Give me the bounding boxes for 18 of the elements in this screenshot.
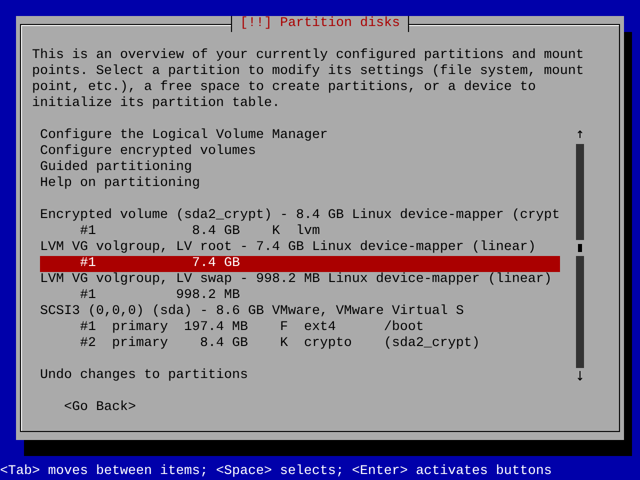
menu-item[interactable]: SCSI3 (0,0,0) (sda) - 8.6 GB VMware, VMware Virtual S bbox=[40, 304, 560, 320]
menu-item[interactable]: Undo changes to partitions bbox=[40, 368, 560, 384]
menu-item[interactable]: #1 7.4 GB bbox=[40, 256, 560, 272]
menu-item[interactable]: Configure the Logical Volume Manager bbox=[40, 128, 560, 144]
description-text: This is an overview of your currently configured partitions and mount points. Select a partition to modify its settings (file system, mount point, etc.), a free space to create partitions, or a device to initialize its partition table. bbox=[32, 48, 585, 112]
dialog-title: [!!] Partition disks bbox=[231, 16, 409, 32]
menu-item[interactable]: Guided partitioning bbox=[40, 160, 560, 176]
menu-item[interactable]: Help on partitioning bbox=[40, 176, 560, 192]
status-bar-text: <Tab> moves between items; <Space> selects; <Enter> activates buttons bbox=[0, 464, 553, 480]
menu-item[interactable]: #1 8.4 GB K lvm bbox=[40, 224, 560, 240]
menu-item[interactable]: LVM VG volgroup, LV swap - 998.2 MB Linux device-mapper (linear) bbox=[40, 272, 560, 288]
menu-item[interactable]: LVM VG volgroup, LV root - 7.4 GB Linux device-mapper (linear) bbox=[40, 240, 560, 256]
menu-item[interactable]: #1 998.2 MB bbox=[40, 288, 560, 304]
go-back-button[interactable]: <Go Back> bbox=[64, 400, 136, 416]
menu-item[interactable]: #1 primary 197.4 MB F ext4 /boot bbox=[40, 320, 560, 336]
menu-item[interactable]: Configure encrypted volumes bbox=[40, 144, 560, 160]
menu-item[interactable]: #2 primary 8.4 GB K crypto (sda2_crypt) bbox=[40, 336, 560, 352]
menu-item[interactable]: Encrypted volume (sda2_crypt) - 8.4 GB Linux device-mapper (crypt bbox=[40, 208, 560, 224]
